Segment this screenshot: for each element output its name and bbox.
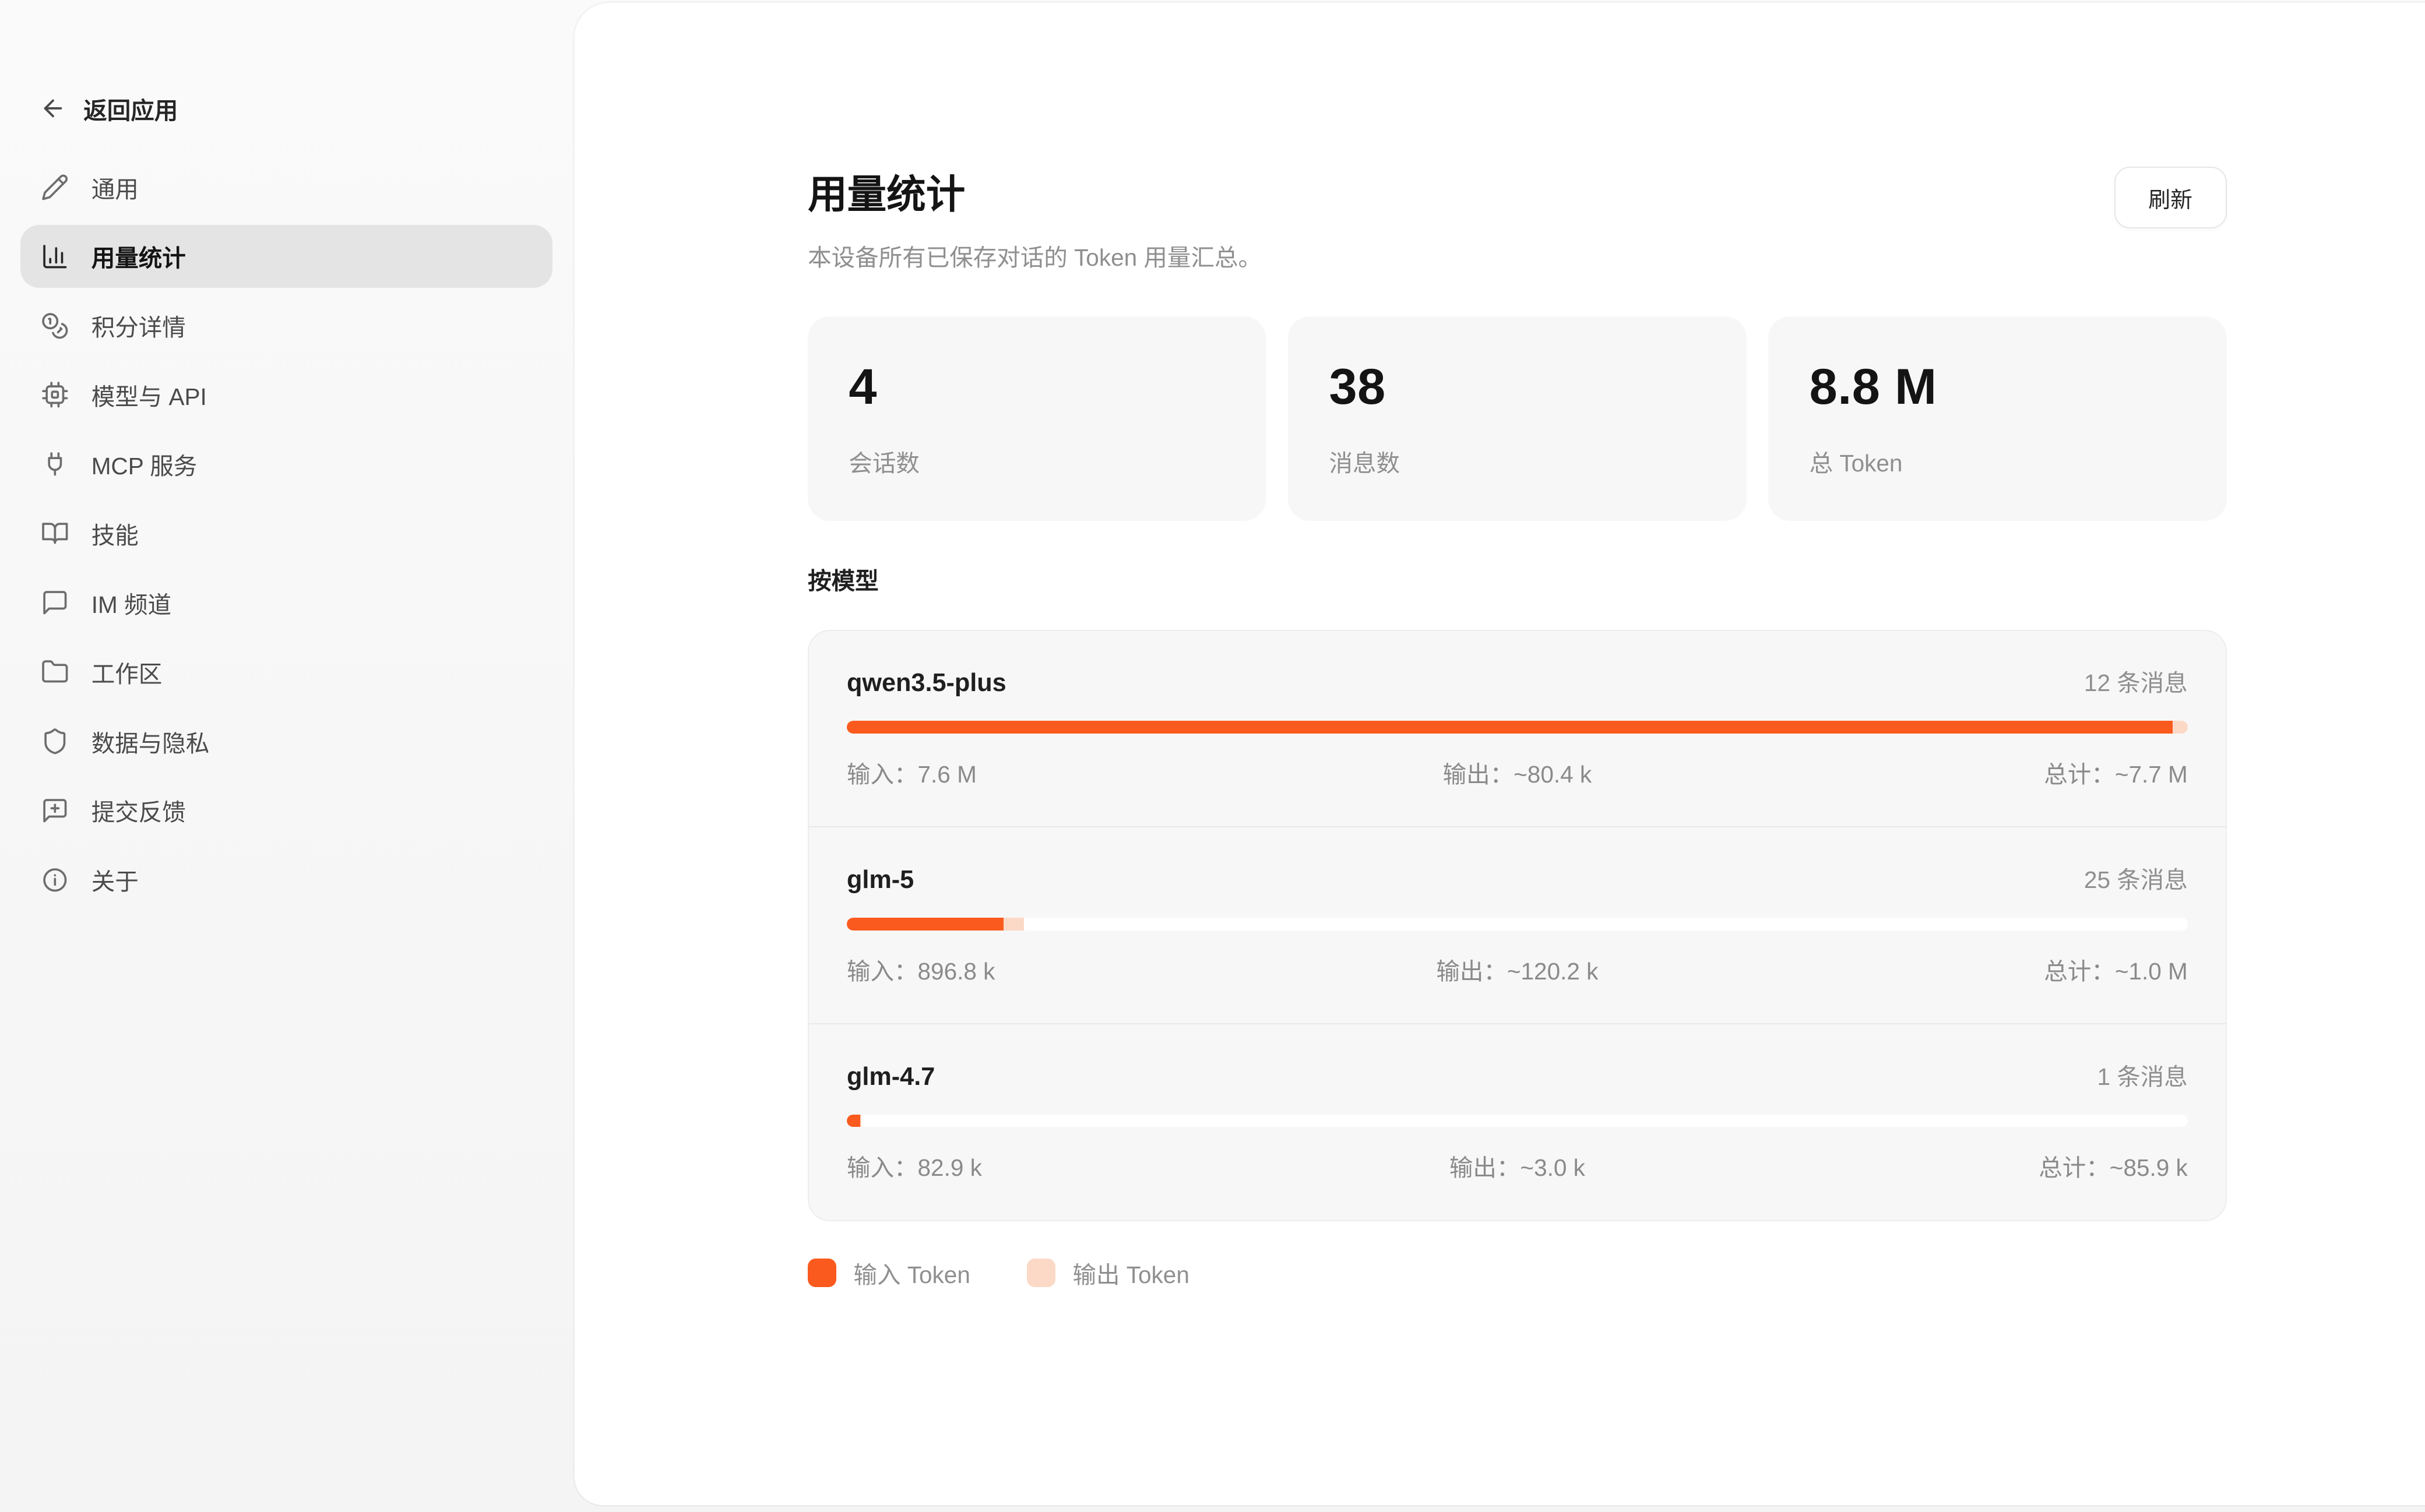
token-usage-bar: [847, 721, 2188, 734]
summary-card-messages: 38 消息数: [1288, 316, 1746, 521]
legend-item-output: 输出 Token: [1027, 1256, 1189, 1290]
sidebar-item-workspace[interactable]: 工作区: [20, 640, 552, 703]
sidebar-item-about[interactable]: 关于: [20, 848, 552, 911]
total-tokens: 总计：~7.7 M: [1741, 759, 2188, 790]
summary-card-total-tokens: 8.8 M 总 Token: [1768, 316, 2226, 521]
book-open-icon: [41, 519, 69, 548]
sidebar-item-label: IM 频道: [91, 586, 171, 620]
summary-card-sessions: 4 会话数: [808, 316, 1266, 521]
output-token-label: 输出 Token: [1072, 1256, 1189, 1290]
shield-icon: [41, 727, 69, 756]
model-row: qwen3.5-plus 12 条消息 输入：7.6 M 输出：~80.4 k …: [809, 631, 2226, 827]
sidebar-item-models-api[interactable]: 模型与 API: [20, 364, 552, 427]
output-bar-segment: [2173, 721, 2187, 734]
sidebar-item-data-privacy[interactable]: 数据与隐私: [20, 710, 552, 773]
input-tokens: 输入：7.6 M: [847, 759, 1294, 790]
input-bar-segment: [847, 1115, 860, 1127]
token-usage-bar: [847, 1115, 2188, 1127]
legend-item-input: 输入 Token: [808, 1256, 970, 1290]
main-panel: 用量统计 本设备所有已保存对话的 Token 用量汇总。 刷新 4 会话数 38…: [575, 3, 2425, 1505]
sidebar: 返回应用 通用 用量统计 积分详情: [0, 0, 575, 1511]
output-token-swatch: [1027, 1259, 1055, 1287]
page-header-text: 用量统计 本设备所有已保存对话的 Token 用量汇总。: [808, 167, 1262, 275]
settings-window: 返回应用 通用 用量统计 积分详情: [0, 0, 2425, 1511]
total-tokens: 总计：~85.9 k: [1741, 1152, 2188, 1183]
feedback-plus-icon: [41, 796, 69, 825]
pencil-icon: [41, 173, 69, 202]
model-message-count: 12 条消息: [2084, 664, 2188, 698]
sidebar-item-label: 模型与 API: [91, 378, 207, 412]
model-message-count: 25 条消息: [2084, 861, 2188, 895]
total-tokens: 总计：~1.0 M: [1741, 956, 2188, 987]
arrow-left-icon: [40, 95, 66, 122]
back-to-app-button[interactable]: 返回应用: [40, 91, 178, 126]
sidebar-item-label: 积分详情: [91, 308, 186, 343]
sidebar-item-label: 用量统计: [91, 239, 186, 273]
back-label: 返回应用: [83, 91, 178, 126]
page-subtitle: 本设备所有已保存对话的 Token 用量汇总。: [808, 241, 1262, 275]
by-model-heading: 按模型: [808, 565, 2227, 597]
output-tokens: 输出：~3.0 k: [1294, 1152, 1741, 1183]
sidebar-nav: 通用 用量统计 积分详情 模型与 API: [20, 156, 552, 911]
sidebar-item-label: 提交反馈: [91, 793, 186, 827]
messages-count: 38: [1329, 361, 1705, 414]
page-header: 用量统计 本设备所有已保存对话的 Token 用量汇总。 刷新: [808, 167, 2227, 275]
token-legend: 输入 Token 输出 Token: [808, 1256, 2227, 1290]
output-bar-segment: [860, 1115, 861, 1127]
sidebar-item-label: 工作区: [91, 655, 163, 689]
sidebar-item-credits[interactable]: 积分详情: [20, 294, 552, 357]
messages-label: 消息数: [1329, 444, 1705, 478]
model-row: glm-5 25 条消息 输入：896.8 k 输出：~120.2 k 总计：~…: [809, 826, 2226, 1023]
sidebar-item-label: 通用: [91, 170, 139, 205]
chat-bubble-icon: [41, 588, 69, 617]
input-tokens: 输入：896.8 k: [847, 956, 1294, 987]
sidebar-item-mcp[interactable]: MCP 服务: [20, 433, 552, 496]
output-bar-segment: [1004, 918, 1024, 931]
sidebar-item-label: 技能: [91, 516, 139, 551]
total-tokens-label: 总 Token: [1810, 444, 2186, 478]
sidebar-item-feedback[interactable]: 提交反馈: [20, 779, 552, 842]
total-tokens-count: 8.8 M: [1810, 361, 2186, 414]
cpu-icon: [41, 380, 69, 409]
model-usage-list: qwen3.5-plus 12 条消息 输入：7.6 M 输出：~80.4 k …: [808, 630, 2227, 1221]
refresh-button[interactable]: 刷新: [2114, 167, 2227, 228]
sidebar-item-usage-stats[interactable]: 用量统计: [20, 225, 552, 288]
coins-icon: [41, 312, 69, 340]
input-bar-segment: [847, 918, 1004, 931]
page-title: 用量统计: [808, 167, 1262, 223]
model-name: glm-5: [847, 864, 914, 896]
sessions-count: 4: [849, 361, 1225, 414]
sidebar-item-general[interactable]: 通用: [20, 156, 552, 218]
sidebar-item-im-channels[interactable]: IM 频道: [20, 571, 552, 634]
input-token-swatch: [808, 1259, 836, 1287]
sidebar-item-label: 数据与隐私: [91, 724, 210, 759]
plug-icon: [41, 450, 69, 478]
sidebar-item-label: 关于: [91, 862, 139, 897]
token-usage-bar: [847, 918, 2188, 931]
input-bar-segment: [847, 721, 2173, 734]
summary-cards: 4 会话数 38 消息数 8.8 M 总 Token: [808, 316, 2227, 521]
bar-chart-icon: [41, 242, 69, 271]
model-row: glm-4.7 1 条消息 输入：82.9 k 输出：~3.0 k 总计：~85…: [809, 1023, 2226, 1220]
input-tokens: 输入：82.9 k: [847, 1152, 1294, 1183]
output-tokens: 输出：~120.2 k: [1294, 956, 1741, 987]
info-icon: [41, 866, 69, 894]
input-token-label: 输入 Token: [853, 1256, 970, 1290]
usage-stats-page: 用量统计 本设备所有已保存对话的 Token 用量汇总。 刷新 4 会话数 38…: [808, 3, 2227, 1290]
output-tokens: 输出：~80.4 k: [1294, 759, 1741, 790]
model-message-count: 1 条消息: [2097, 1058, 2187, 1092]
model-name: qwen3.5-plus: [847, 667, 1006, 699]
sidebar-item-label: MCP 服务: [91, 447, 198, 481]
model-name: glm-4.7: [847, 1061, 935, 1092]
folder-icon: [41, 658, 69, 686]
sidebar-item-skills[interactable]: 技能: [20, 502, 552, 565]
sessions-label: 会话数: [849, 444, 1225, 478]
